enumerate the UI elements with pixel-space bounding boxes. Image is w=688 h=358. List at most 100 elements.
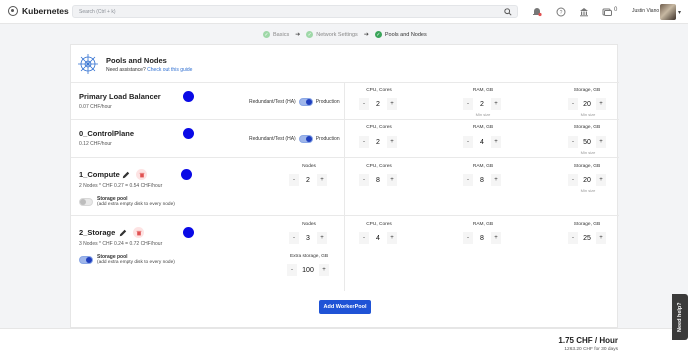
- user-name[interactable]: Justin Viano: [632, 8, 659, 14]
- ram-label: RAM, GB: [472, 125, 494, 130]
- delete-button[interactable]: [136, 169, 147, 180]
- increment-button[interactable]: +: [596, 174, 606, 186]
- cpu-stepper[interactable]: - 4 +: [359, 232, 397, 244]
- decrement-button[interactable]: -: [287, 264, 297, 276]
- increment-button[interactable]: +: [491, 232, 501, 244]
- storage-pool-toggle[interactable]: [79, 198, 93, 206]
- step-pools-and-nodes[interactable]: ✓ Pools and Nodes: [374, 31, 427, 38]
- ram-value[interactable]: 2: [473, 98, 491, 110]
- cpu-value[interactable]: 8: [369, 174, 387, 186]
- pool-color-dot[interactable]: [181, 169, 192, 180]
- storage-pool-toggle[interactable]: [79, 256, 93, 264]
- cpu-value[interactable]: 2: [369, 98, 387, 110]
- increment-button[interactable]: +: [491, 98, 501, 110]
- chevron-down-icon[interactable]: ▾: [678, 9, 681, 16]
- storage-label: Storage, GB: [573, 88, 601, 93]
- ha-mode-value: Production: [315, 136, 340, 142]
- step-network-settings[interactable]: ✓ Network Settings: [306, 31, 358, 38]
- decrement-button[interactable]: -: [568, 174, 578, 186]
- add-workerpool-button[interactable]: Add WorkerPool: [319, 300, 371, 314]
- notification-bell-icon[interactable]: [532, 7, 542, 17]
- ram-value[interactable]: 8: [473, 174, 491, 186]
- increment-button[interactable]: +: [596, 136, 606, 148]
- ram-stepper[interactable]: - 8 +: [463, 174, 501, 186]
- storage-value[interactable]: 50: [578, 136, 596, 148]
- ram-stepper[interactable]: - 8 +: [463, 232, 501, 244]
- decrement-button[interactable]: -: [463, 174, 473, 186]
- total-hourly-price: 1.75 CHF / Hour: [558, 336, 618, 345]
- guide-link[interactable]: Check out this guide: [147, 67, 192, 73]
- decrement-button[interactable]: -: [359, 98, 369, 110]
- cpu-value[interactable]: 4: [369, 232, 387, 244]
- billing-icon[interactable]: [602, 7, 612, 17]
- search-input[interactable]: Search (Ctrl + k): [72, 5, 518, 18]
- search-icon[interactable]: [504, 8, 512, 16]
- storage-value[interactable]: 20: [578, 174, 596, 186]
- cpu-stepper[interactable]: - 8 +: [359, 174, 397, 186]
- ha-mode-toggle[interactable]: [298, 98, 313, 106]
- storage-value[interactable]: 25: [578, 232, 596, 244]
- decrement-button[interactable]: -: [568, 136, 578, 148]
- pool-color-dot[interactable]: [183, 91, 194, 102]
- svg-text:?: ?: [560, 10, 563, 16]
- storage-value[interactable]: 20: [578, 98, 596, 110]
- ram-value[interactable]: 8: [473, 232, 491, 244]
- storage-pool-option: Storage pool (add extra empty disk to ev…: [79, 196, 175, 207]
- decrement-button[interactable]: -: [289, 174, 299, 186]
- increment-button[interactable]: +: [317, 232, 327, 244]
- increment-button[interactable]: +: [491, 136, 501, 148]
- decrement-button[interactable]: -: [463, 136, 473, 148]
- increment-button[interactable]: +: [596, 98, 606, 110]
- organization-icon[interactable]: [579, 7, 589, 17]
- pool-color-dot[interactable]: [183, 227, 194, 238]
- extra-storage-stepper[interactable]: - 100 +: [287, 264, 329, 276]
- ha-mode-toggle[interactable]: [298, 135, 313, 143]
- delete-button[interactable]: [133, 227, 144, 238]
- ram-stepper[interactable]: - 2 +: [463, 98, 501, 110]
- decrement-button[interactable]: -: [568, 98, 578, 110]
- nodes-value[interactable]: 3: [299, 232, 317, 244]
- decrement-button[interactable]: -: [463, 98, 473, 110]
- step-basics[interactable]: ✓ Basics: [263, 31, 289, 38]
- increment-button[interactable]: +: [319, 264, 329, 276]
- ha-mode-label: Redundant/Test (HA): [249, 99, 296, 105]
- nodes-value[interactable]: 2: [299, 174, 317, 186]
- decrement-button[interactable]: -: [463, 232, 473, 244]
- increment-button[interactable]: +: [387, 136, 397, 148]
- storage-pool-desc: (add extra empty disk to every node): [97, 260, 175, 265]
- increment-button[interactable]: +: [596, 232, 606, 244]
- decrement-button[interactable]: -: [568, 232, 578, 244]
- decrement-button[interactable]: -: [359, 136, 369, 148]
- decrement-button[interactable]: -: [359, 174, 369, 186]
- decrement-button[interactable]: -: [289, 232, 299, 244]
- storage-min-note: Min size: [580, 188, 596, 193]
- help-circle-icon[interactable]: ?: [556, 7, 566, 17]
- edit-pencil-icon[interactable]: [119, 229, 127, 237]
- cpu-stepper[interactable]: - 2 +: [359, 136, 397, 148]
- edit-pencil-icon[interactable]: [122, 171, 130, 179]
- extra-storage-value[interactable]: 100: [297, 264, 319, 276]
- cpu-stepper[interactable]: - 2 +: [359, 98, 397, 110]
- increment-button[interactable]: +: [387, 232, 397, 244]
- decrement-button[interactable]: -: [359, 232, 369, 244]
- pool-color-dot[interactable]: [183, 128, 194, 139]
- increment-button[interactable]: +: [317, 174, 327, 186]
- avatar[interactable]: [660, 4, 676, 20]
- increment-button[interactable]: +: [491, 174, 501, 186]
- nodes-stepper[interactable]: - 2 +: [289, 174, 327, 186]
- need-help-tab[interactable]: Need help?: [672, 294, 688, 340]
- ram-stepper[interactable]: - 4 +: [463, 136, 501, 148]
- increment-button[interactable]: +: [387, 98, 397, 110]
- storage-stepper[interactable]: - 25 +: [568, 232, 606, 244]
- storage-stepper[interactable]: - 20 +: [568, 98, 606, 110]
- cpu-value[interactable]: 2: [369, 136, 387, 148]
- nodes-stepper[interactable]: - 3 +: [289, 232, 327, 244]
- total-30-days-price: 1263.20 CHF for 30 days: [564, 347, 618, 352]
- balance-badge: 0: [614, 7, 618, 13]
- storage-stepper[interactable]: - 20 +: [568, 174, 606, 186]
- ram-value[interactable]: 4: [473, 136, 491, 148]
- brand[interactable]: Kubernetes: [8, 6, 69, 16]
- storage-stepper[interactable]: - 50 +: [568, 136, 606, 148]
- increment-button[interactable]: +: [387, 174, 397, 186]
- ha-mode-toggle-group: Redundant/Test (HA) Production: [249, 98, 340, 106]
